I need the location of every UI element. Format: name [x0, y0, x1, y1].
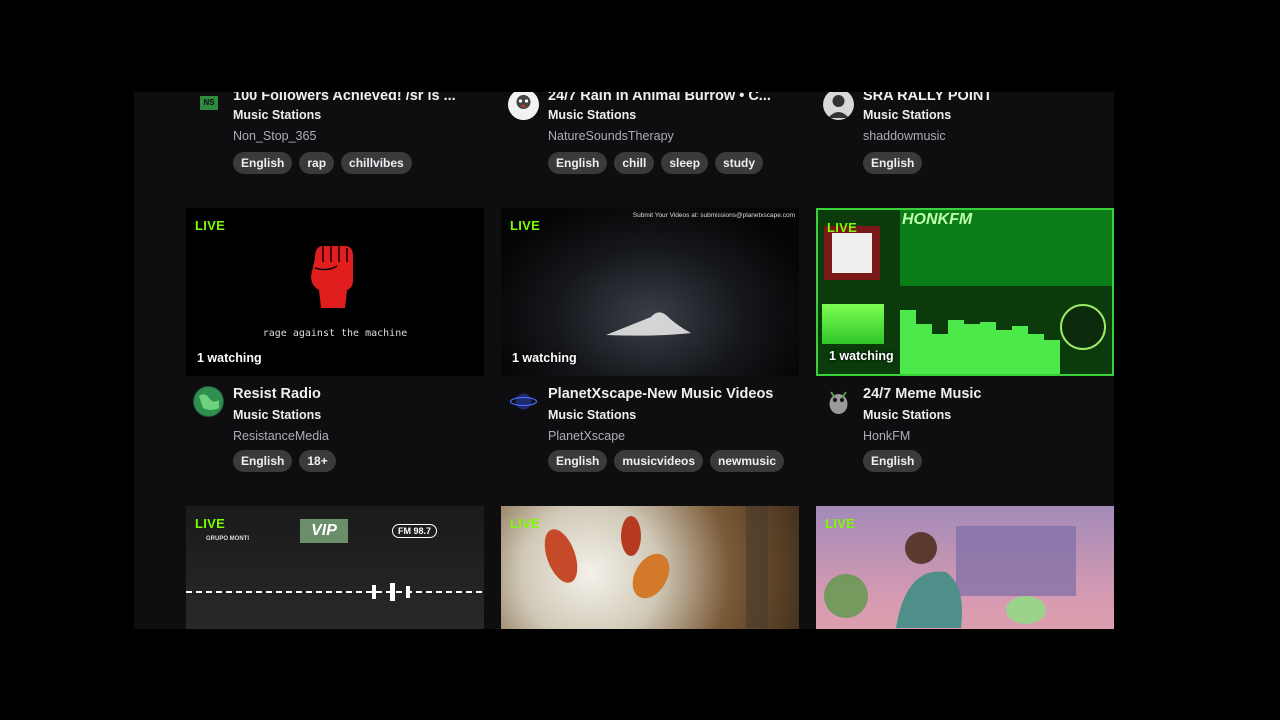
falling-leaves-icon: [544, 506, 768, 628]
thumbnail-caption: HONKFM: [902, 211, 973, 228]
stream-title[interactable]: SRA RALLY POINT: [863, 92, 1108, 104]
stream-thumbnail[interactable]: rage against the machine LIVE 1 watching: [186, 208, 484, 376]
vip-logo-icon: VIP: [300, 519, 348, 543]
tag[interactable]: chill: [614, 152, 655, 174]
tag-list: English: [863, 450, 923, 472]
stream-category[interactable]: Music Stations: [863, 108, 951, 122]
stream-title[interactable]: PlanetXscape-New Music Videos: [548, 386, 793, 402]
tag[interactable]: 18+: [299, 450, 336, 472]
tag[interactable]: chillvibes: [341, 152, 412, 174]
stream-title[interactable]: 100 Followers Achieved! /sr is ...: [233, 92, 478, 104]
honkfm-badge-icon: [1060, 304, 1106, 350]
stream-meta: SRA RALLY POINT Music Stations shaddowmu…: [816, 92, 1114, 188]
browse-grid-viewport: NS 100 Followers Achieved! /sr is ... Mu…: [134, 92, 1114, 629]
ns-logo-text: NS: [200, 96, 218, 110]
viewer-count: 1 watching: [197, 351, 262, 365]
live-badge: LIVE: [510, 516, 541, 531]
stream-thumbnail[interactable]: LIVE: [816, 506, 1114, 629]
tag-list: English rap chillvibes: [233, 152, 412, 174]
tag-list: English musicvideos newmusic: [548, 450, 785, 472]
animal-avatar-icon[interactable]: [508, 92, 539, 120]
channel-name[interactable]: PlanetXscape: [548, 429, 625, 443]
stream-meta: PlanetXscape-New Music Videos Music Stat…: [501, 376, 799, 472]
live-badge: LIVE: [827, 220, 858, 235]
stream-title[interactable]: Resist Radio: [233, 386, 478, 402]
stream-card[interactable]: NS 100 Followers Achieved! /sr is ... Mu…: [186, 92, 484, 188]
channel-name[interactable]: ResistanceMedia: [233, 429, 329, 443]
tag[interactable]: English: [548, 152, 608, 174]
tag[interactable]: rap: [299, 152, 335, 174]
waveform-icon: [186, 583, 484, 601]
channel-name[interactable]: shaddowmusic: [863, 129, 946, 143]
live-badge: LIVE: [825, 516, 856, 531]
tag[interactable]: English: [863, 152, 923, 174]
stream-title[interactable]: 24/7 Rain in Animal Burrow • C...: [548, 92, 793, 104]
tag-list: English 18+: [233, 450, 336, 472]
planet-avatar-icon[interactable]: [508, 386, 539, 417]
stream-thumbnail[interactable]: HONKFM LIVE 1 watching: [816, 208, 1114, 376]
character-avatar-icon[interactable]: [823, 92, 854, 120]
stream-card[interactable]: 24/7 Rain in Animal Burrow • C... Music …: [501, 92, 799, 188]
tag-list: English: [863, 152, 923, 174]
stream-category[interactable]: Music Stations: [233, 108, 321, 122]
stream-thumbnail[interactable]: Submit Your Videos at: submissions@plane…: [501, 208, 799, 376]
level-meter: [822, 304, 884, 344]
tag[interactable]: newmusic: [710, 450, 785, 472]
stream-meta: 24/7 Rain in Animal Burrow • C... Music …: [501, 92, 799, 188]
live-badge: LIVE: [195, 218, 226, 233]
stream-category[interactable]: Music Stations: [863, 408, 951, 422]
ns-logo-icon[interactable]: NS: [198, 94, 222, 118]
channel-name[interactable]: NatureSoundsTherapy: [548, 129, 674, 143]
viewer-count: 1 watching: [512, 351, 577, 365]
stream-card[interactable]: SRA RALLY POINT Music Stations shaddowmu…: [816, 92, 1114, 188]
stream-thumbnail[interactable]: GRUPO MONTI VIP FM 98.7 LIVE: [186, 506, 484, 629]
channel-name[interactable]: Non_Stop_365: [233, 129, 316, 143]
stream-card[interactable]: GRUPO MONTI VIP FM 98.7 LIVE: [186, 506, 484, 629]
stream-category[interactable]: Music Stations: [233, 408, 321, 422]
tag[interactable]: sleep: [661, 152, 709, 174]
stream-category[interactable]: Music Stations: [548, 408, 636, 422]
channel-name[interactable]: HonkFM: [863, 429, 910, 443]
stream-meta: Resist Radio Music Stations ResistanceMe…: [186, 376, 484, 472]
thumbnail-caption: rage against the machine: [262, 328, 408, 339]
stream-title[interactable]: 24/7 Meme Music: [863, 386, 1108, 402]
raised-fist-icon: [311, 246, 353, 308]
tag[interactable]: study: [715, 152, 764, 174]
stream-card[interactable]: LIVE: [501, 506, 799, 629]
tag[interactable]: musicvideos: [614, 450, 704, 472]
stream-category[interactable]: Music Stations: [548, 108, 636, 122]
lofi-girl-icon: [824, 526, 1076, 628]
stream-card[interactable]: LIVE: [816, 506, 1114, 629]
viewer-count: 1 watching: [829, 349, 894, 363]
fm-logo-icon: FM 98.7: [392, 524, 438, 538]
tag[interactable]: English: [233, 450, 293, 472]
thumbnail-caption: Submit Your Videos at: submissions@plane…: [632, 212, 795, 219]
tag[interactable]: English: [548, 450, 608, 472]
dancer-figure-icon: [606, 312, 691, 336]
tag-list: English chill sleep study: [548, 152, 764, 174]
live-badge: LIVE: [195, 516, 226, 531]
stream-card[interactable]: rage against the machine LIVE 1 watching…: [186, 208, 484, 472]
stream-meta: NS 100 Followers Achieved! /sr is ... Mu…: [186, 92, 484, 188]
thumbnail-caption: GRUPO MONTI: [206, 536, 249, 542]
stream-card[interactable]: Submit Your Videos at: submissions@plane…: [501, 208, 799, 472]
tag[interactable]: English: [233, 152, 293, 174]
stream-meta: 24/7 Meme Music Music Stations HonkFM En…: [816, 376, 1114, 472]
stream-card[interactable]: HONKFM LIVE 1 watching 24/7 Meme Music M…: [816, 208, 1114, 472]
live-badge: LIVE: [510, 218, 541, 233]
globe-avatar-icon[interactable]: [193, 386, 224, 417]
stream-thumbnail[interactable]: LIVE: [501, 506, 799, 629]
honk-avatar-icon[interactable]: [823, 386, 854, 417]
tag[interactable]: English: [863, 450, 923, 472]
